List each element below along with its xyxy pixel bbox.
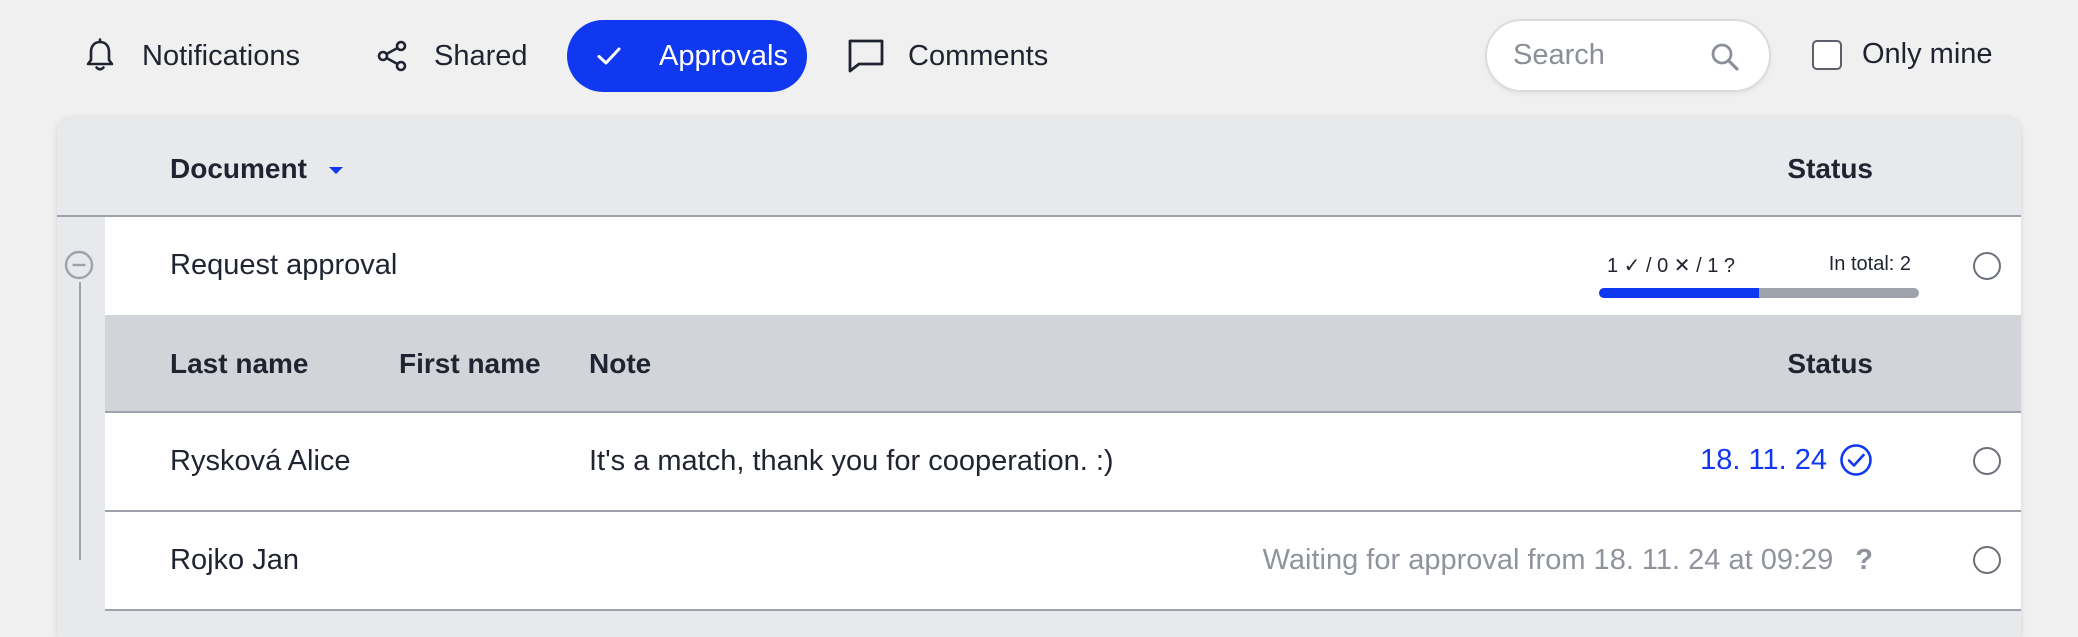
only-mine-label: Only mine xyxy=(1862,38,1993,70)
approved-check-circle-icon xyxy=(1839,443,1873,477)
question-mark-icon: ? xyxy=(1855,544,1873,576)
approval-summary: 1 ✓ / 0 ✕ / 1 ? xyxy=(1607,255,1736,277)
status-subcolumn-header: Status xyxy=(1787,348,1873,379)
tab-shared[interactable]: Shared xyxy=(372,20,542,92)
only-mine-checkbox[interactable] xyxy=(1812,39,1842,70)
note-column-header: Note xyxy=(589,348,652,379)
approval-total: In total: 2 xyxy=(1828,253,1911,275)
last-name-column-header: Last name xyxy=(170,348,309,379)
tree-line xyxy=(79,282,81,560)
document-header-label: Document xyxy=(170,153,307,184)
row-select-radio[interactable] xyxy=(1973,546,2001,574)
group-row[interactable]: Request approval 1 ✓ / 0 ✕ / 1 ? In tota… xyxy=(105,217,2021,315)
approver-name: Rysková Alice xyxy=(170,445,351,477)
status-approved: 18. 11. 24 xyxy=(1700,443,1873,477)
check-icon xyxy=(589,36,629,76)
approver-note: It's a match, thank you for cooperation.… xyxy=(589,445,1114,477)
document-column-header[interactable]: Document xyxy=(170,153,343,185)
only-mine-toggle[interactable]: Only mine xyxy=(1812,38,1993,71)
progress-bar xyxy=(1599,288,1919,298)
collapse-icon[interactable] xyxy=(64,250,94,280)
search-icon[interactable] xyxy=(1709,41,1741,73)
first-name-column-header: First name xyxy=(399,348,541,379)
group-title: Request approval xyxy=(170,249,398,281)
tab-comments[interactable]: Comments xyxy=(846,20,1076,92)
top-bar: Notifications Shared Approvals Comments … xyxy=(0,0,2078,112)
table-row[interactable]: Rysková Alice It's a match, thank you fo… xyxy=(105,413,2021,512)
table-row[interactable]: Rojko Jan Waiting for approval from 18. … xyxy=(105,512,2021,611)
approvals-table: Document Status Request approval 1 ✓ / 0… xyxy=(57,117,2021,637)
approval-progress: 1 ✓ / 0 ✕ / 1 ? In total: 2 xyxy=(1599,253,1919,298)
waiting-text: Waiting for approval from 18. 11. 24 at … xyxy=(1262,544,1834,576)
tab-comments-label: Comments xyxy=(908,39,1049,72)
comment-icon xyxy=(846,36,886,76)
search-box[interactable] xyxy=(1485,19,1771,92)
tab-notifications[interactable]: Notifications xyxy=(80,20,320,92)
approvers-header: Last name First name Note Status xyxy=(105,315,2021,413)
tab-approvals[interactable]: Approvals xyxy=(567,20,807,92)
share-icon xyxy=(372,36,412,76)
status-waiting: Waiting for approval from 18. 11. 24 at … xyxy=(1263,544,1873,577)
group-select-radio[interactable] xyxy=(1973,252,2001,280)
progress-fill xyxy=(1599,288,1759,298)
approver-name: Rojko Jan xyxy=(170,544,299,576)
tab-approvals-label: Approvals xyxy=(659,39,788,72)
row-select-radio[interactable] xyxy=(1973,447,2001,475)
approval-date: 18. 11. 24 xyxy=(1700,443,1827,476)
tab-shared-label: Shared xyxy=(434,39,528,72)
table-header: Document Status xyxy=(57,117,2021,217)
tab-notifications-label: Notifications xyxy=(142,39,300,72)
sort-caret-icon[interactable] xyxy=(328,166,343,174)
bell-icon xyxy=(80,36,120,76)
status-column-header: Status xyxy=(1787,153,1873,184)
search-input[interactable] xyxy=(1511,38,1695,73)
